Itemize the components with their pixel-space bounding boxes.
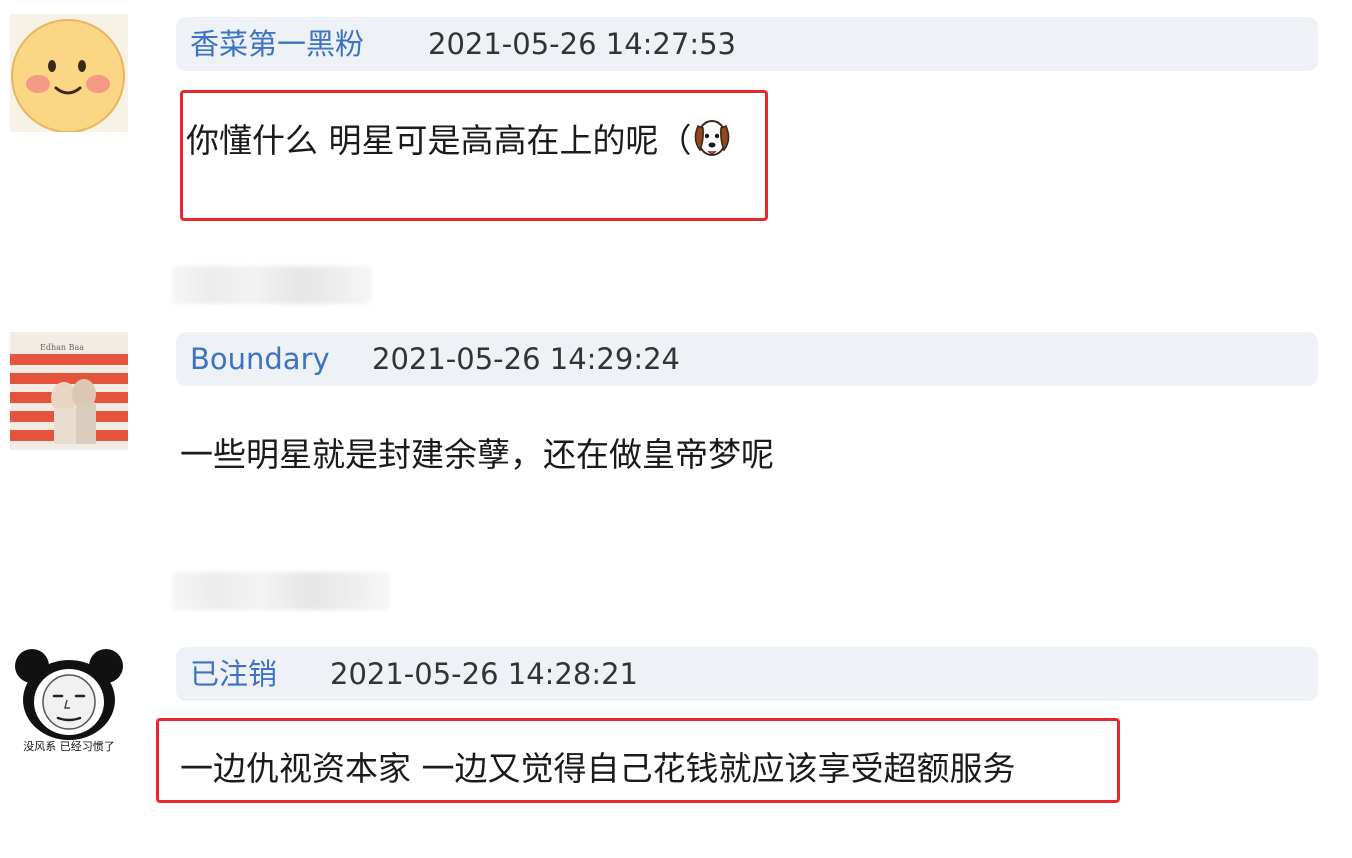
comment-item: Edhan Baa Boundary 2021-05-26 14:29:24 一… [0,320,1352,560]
comment-timestamp: 2021-05-26 14:27:53 [428,27,736,61]
comment-item: 没风系 已经习惯了 已注销 2021-05-26 14:28:21 一边仇视资本… [0,640,1352,858]
comment-header: Boundary 2021-05-26 14:29:24 [176,332,1318,386]
avatar-sign-text: Edhan Baa [40,343,84,352]
comment-text-body: 你懂什么 明星可是高高在上的呢（ [186,121,692,160]
dog-emoji-icon [694,120,729,156]
comment-text: 你懂什么 明星可是高高在上的呢（ [186,118,732,162]
smiley-face-avatar-icon [10,14,128,132]
avatar[interactable] [10,14,128,132]
blurred-reply [172,266,372,304]
photo-avatar-icon: Edhan Baa [10,332,128,450]
comment-thread: 香菜第一黑粉 2021-05-26 14:27:53 你懂什么 明星可是高高在上… [0,0,1352,858]
comment-timestamp: 2021-05-26 14:28:21 [330,657,638,691]
username-link[interactable]: 香菜第一黑粉 [190,25,364,63]
username-link[interactable]: Boundary [190,340,330,378]
comment-item: 香菜第一黑粉 2021-05-26 14:27:53 你懂什么 明星可是高高在上… [0,0,1352,240]
comment-header: 已注销 2021-05-26 14:28:21 [176,647,1318,701]
avatar[interactable]: 没风系 已经习惯了 [10,646,128,764]
comment-timestamp: 2021-05-26 14:29:24 [372,342,680,376]
username-link[interactable]: 已注销 [190,655,277,693]
comment-header: 香菜第一黑粉 2021-05-26 14:27:53 [176,17,1318,71]
avatar[interactable]: Edhan Baa [10,332,128,450]
blurred-reply [172,572,390,610]
comment-text: 一边仇视资本家 一边又觉得自己花钱就应该享受超额服务 [180,749,1016,788]
panda-meme-avatar-icon [10,646,128,742]
avatar-caption: 没风系 已经习惯了 [23,740,115,753]
comment-text: 一些明星就是封建余孽，还在做皇帝梦呢 [180,435,774,474]
